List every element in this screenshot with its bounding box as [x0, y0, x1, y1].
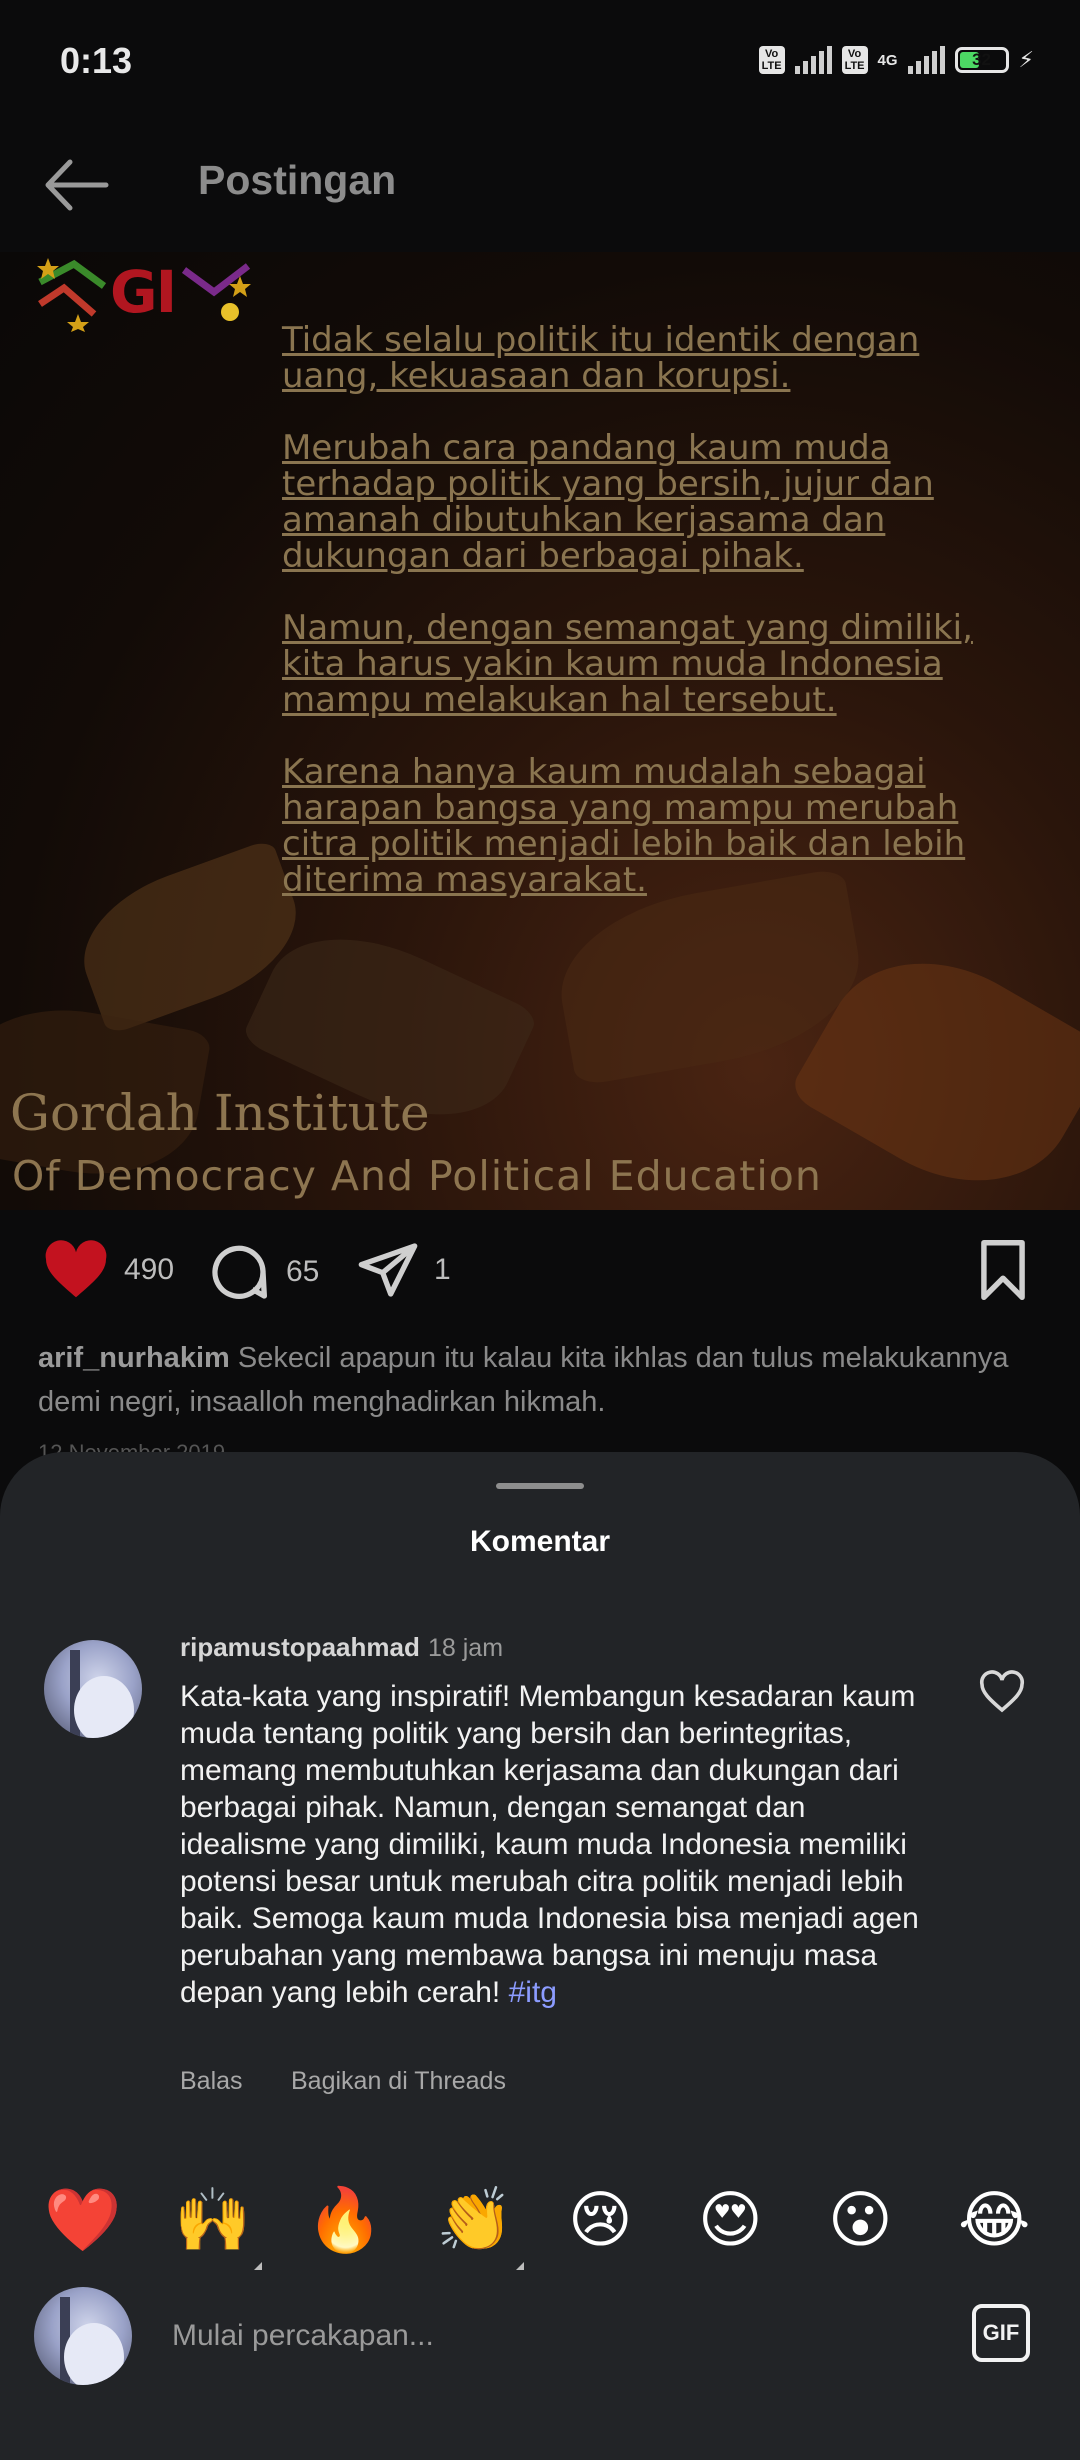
- comment-icon: [212, 1245, 267, 1299]
- heart-filled-icon: [45, 1240, 107, 1298]
- caption-username[interactable]: arif_nurhakim: [38, 1342, 230, 1374]
- logo-text: GI: [110, 258, 177, 326]
- reply-button[interactable]: Balas: [180, 2067, 243, 2096]
- page-title: Postingan: [198, 157, 397, 203]
- comment-avatar[interactable]: [44, 1640, 142, 1738]
- charging-icon: ⚡: [1018, 47, 1034, 72]
- post-paragraph-1: Tidak selalu politik itu identik dengan …: [282, 320, 920, 396]
- emoji-reaction-bar: [0, 2180, 1080, 2270]
- brand-name: Gordah Institute: [10, 1084, 430, 1142]
- post-image[interactable]: GI Tidak selalu politik itu identik deng…: [0, 252, 1080, 1210]
- status-bar: 0:13 Vo LTE Vo LTE 4G 32 ⚡: [0, 0, 1080, 130]
- heart-outline-icon[interactable]: [978, 1670, 1026, 1714]
- like-button[interactable]: 490: [42, 1240, 174, 1300]
- comment-count: 65: [286, 1255, 320, 1288]
- emoji-clap[interactable]: 👏: [436, 2185, 513, 2255]
- emoji-heart[interactable]: ❤️: [44, 2185, 121, 2255]
- comment-hashtag[interactable]: #itg: [509, 1976, 557, 2009]
- post-quote: Tidak selalu politik itu identik dengan …: [282, 322, 982, 934]
- my-avatar: [34, 2287, 132, 2385]
- share-button[interactable]: 1: [356, 1240, 451, 1300]
- save-button[interactable]: [976, 1240, 1030, 1300]
- signal-icon-2: [907, 46, 945, 74]
- brand-tagline: Of Democracy And Political Education: [12, 1152, 822, 1200]
- comment-button[interactable]: 65: [206, 1240, 319, 1304]
- comment-input[interactable]: [170, 2315, 934, 2357]
- emoji-raised-hands[interactable]: 🙌: [174, 2185, 251, 2255]
- comment-text: Kata-kata yang inspiratif! Membangun kes…: [180, 1678, 940, 2011]
- emoji-surprised[interactable]: 😮: [828, 2185, 893, 2255]
- network-type: 4G: [877, 51, 898, 69]
- battery-icon: 32: [954, 47, 1009, 73]
- comment-username[interactable]: ripamustopaahmad: [180, 1632, 420, 1663]
- sheet-title: Komentar: [469, 1525, 611, 1558]
- battery-level: 32: [972, 50, 991, 69]
- emoji-crying[interactable]: 😢: [568, 2185, 633, 2255]
- arrow-left-icon[interactable]: [36, 150, 116, 220]
- bookmark-icon: [981, 1240, 1025, 1300]
- emoji-heart-eyes[interactable]: 😍: [698, 2185, 763, 2255]
- share-to-threads-button[interactable]: Bagikan di Threads: [291, 2067, 506, 2096]
- comment-body: Kata-kata yang inspiratif! Membangun kes…: [180, 1680, 919, 2009]
- post-paragraph-2: Merubah cara pandang kaum muda terhadap …: [282, 428, 934, 576]
- volte-icon-2: Vo LTE: [841, 46, 868, 74]
- emoji-fire[interactable]: 🔥: [306, 2185, 383, 2255]
- share-count: 1: [434, 1253, 451, 1286]
- status-icons: Vo LTE Vo LTE 4G 32 ⚡: [758, 46, 1034, 74]
- comment-input-bar: [0, 2270, 1080, 2460]
- gordah-logo: GI: [34, 252, 254, 332]
- post-paragraph-4: Karena hanya kaum mudalah sebagai harapa…: [282, 752, 966, 900]
- post-caption: arif_nurhakim Sekecil apapun itu kalau k…: [38, 1336, 1038, 1424]
- volte-icon: Vo LTE: [758, 46, 785, 74]
- sheet-drag-handle[interactable]: [496, 1483, 584, 1489]
- comment-time: 18 jam: [428, 1634, 504, 1662]
- status-time: 0:13: [60, 40, 133, 81]
- gif-button[interactable]: GIF: [972, 2304, 1030, 2362]
- post-paragraph-3: Namun, dengan semangat yang dimiliki, ki…: [282, 608, 973, 720]
- signal-icon: [794, 46, 832, 74]
- like-count: 490: [124, 1253, 175, 1286]
- send-icon: [358, 1243, 418, 1297]
- emoji-laughing[interactable]: 😂: [958, 2185, 1030, 2255]
